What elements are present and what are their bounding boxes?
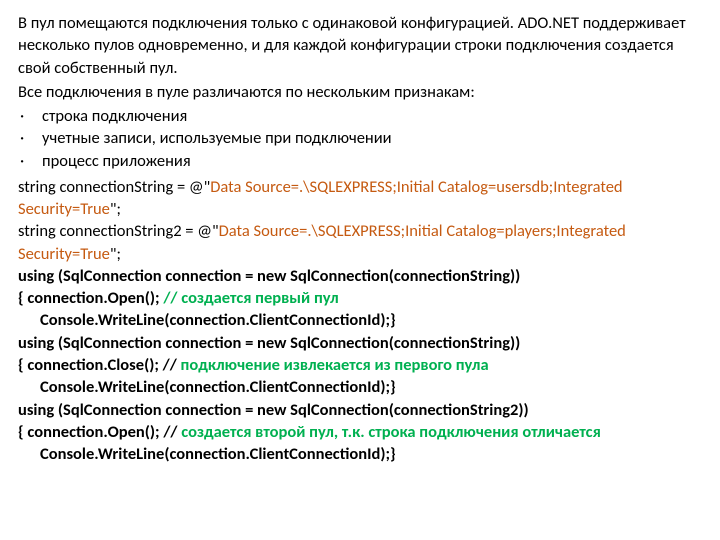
using-block-1-header: using (SqlConnection connection = new Sq… bbox=[18, 265, 702, 287]
bullet-text: строка подключения bbox=[42, 105, 702, 127]
using-block-3-header: using (SqlConnection connection = new Sq… bbox=[18, 399, 702, 421]
connection-string-1: string connectionString = @"Data Source=… bbox=[18, 176, 702, 221]
list-item: · строка подключения bbox=[18, 105, 702, 127]
using-block-2-line: Console.WriteLine(connection.ClientConne… bbox=[18, 376, 702, 398]
intro-paragraph-2: Все подключения в пуле различаются по не… bbox=[18, 81, 702, 103]
using-block-2-header: using (SqlConnection connection = new Sq… bbox=[18, 332, 702, 354]
using-block-3-line: { connection.Open(); // создается второй… bbox=[18, 421, 702, 443]
using-block-3-line: Console.WriteLine(connection.ClientConne… bbox=[18, 443, 702, 465]
connection-string-2: string connectionString2 = @"Data Source… bbox=[18, 220, 702, 265]
code-text: { connection.Close(); // bbox=[18, 355, 181, 375]
using-block-1-line: Console.WriteLine(connection.ClientConne… bbox=[18, 309, 702, 331]
intro-paragraph-1: В пул помещаются подключения только с од… bbox=[18, 12, 702, 79]
list-item: · учетные записи, используемые при подкл… bbox=[18, 127, 702, 149]
code-text: string connectionString = @" bbox=[18, 177, 210, 197]
code-text: { connection.Open(); // bbox=[18, 422, 181, 442]
bullet-list: · строка подключения · учетные записи, и… bbox=[18, 105, 702, 172]
bullet-text: учетные записи, используемые при подключ… bbox=[42, 127, 702, 149]
using-block-1-line: { connection.Open(); // создается первый… bbox=[18, 287, 702, 309]
bullet-text: процесс приложения bbox=[42, 150, 702, 172]
bullet-dot-icon: · bbox=[18, 127, 42, 149]
bullet-dot-icon: · bbox=[18, 105, 42, 127]
code-comment: // создается первый пул bbox=[163, 288, 338, 308]
bullet-dot-icon: · bbox=[18, 150, 42, 172]
code-comment: создается второй пул, т.к. строка подклю… bbox=[181, 422, 601, 442]
code-text: "; bbox=[110, 199, 121, 219]
code-text: "; bbox=[110, 244, 121, 264]
using-block-2-line: { connection.Close(); // подключение изв… bbox=[18, 354, 702, 376]
code-text: { connection.Open(); bbox=[18, 288, 163, 308]
code-comment: подключение извлекается из первого пула bbox=[181, 355, 489, 375]
code-text: string connectionString2 = @" bbox=[18, 221, 219, 241]
list-item: · процесс приложения bbox=[18, 150, 702, 172]
